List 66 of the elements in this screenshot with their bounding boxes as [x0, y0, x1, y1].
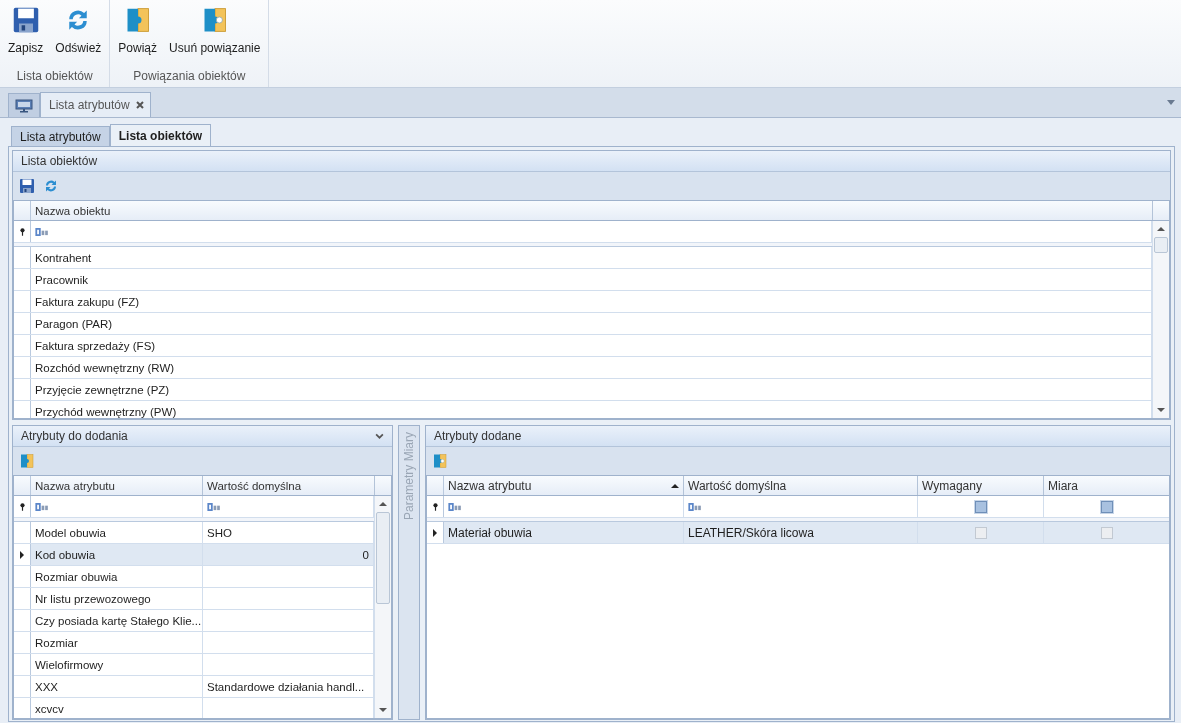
checkbox[interactable] [1100, 526, 1113, 539]
panel-title: Lista obiektów [21, 154, 98, 168]
table-cell: Materiał obuwia [444, 522, 684, 543]
scrollbar-thumb[interactable] [1154, 237, 1168, 253]
scroll-up-icon[interactable] [1156, 226, 1166, 232]
column-header[interactable]: Wymagany [918, 476, 1044, 495]
table-cell: Model obuwia [31, 522, 203, 543]
text-filter-icon [448, 502, 463, 511]
ribbon-button[interactable]: Powiąż [113, 6, 163, 58]
group-label: Lista obiektów [16, 69, 93, 85]
table-cell: Wielofirmowy [31, 654, 203, 675]
text-filter-icon [35, 227, 50, 236]
scrollbar[interactable] [374, 496, 391, 718]
ribbon-button[interactable]: Odśwież [50, 6, 107, 58]
table-cell: Czy posiada kartę Stałego Klie... [31, 610, 203, 631]
text-filter-icon [688, 502, 703, 511]
toolbar-button[interactable] [432, 453, 448, 469]
table-cell: xcvcv [31, 698, 203, 718]
checkbox[interactable] [974, 500, 987, 513]
table-cell: XXX [31, 676, 203, 697]
panel-title: Atrybuty do dodania [21, 429, 128, 443]
monitor-icon [15, 98, 33, 113]
refresh-icon [43, 178, 59, 194]
puzzle-icon [19, 453, 35, 469]
checkbox[interactable] [1100, 500, 1113, 513]
panel-title: Atrybuty dodane [434, 429, 522, 443]
group-label: Powiązania obiektów [133, 69, 246, 85]
toolbar-button[interactable] [19, 178, 35, 194]
scrollbar[interactable] [1152, 221, 1169, 418]
current-row-icon [20, 550, 24, 559]
pin-icon [432, 502, 438, 511]
scroll-down-icon[interactable] [378, 707, 388, 713]
ribbon-button[interactable]: Usuń powiązanie [164, 6, 266, 58]
tab[interactable]: Lista obiektów [109, 124, 212, 146]
table-cell: Kod obuwia [31, 544, 203, 565]
toolbar-button[interactable] [43, 178, 59, 194]
ribbon-button[interactable]: Zapisz [3, 6, 49, 58]
table-cell: Rozmiar obuwia [31, 566, 203, 587]
column-header[interactable]: Wartość domyślna [684, 476, 918, 495]
desktop-tab[interactable] [8, 93, 40, 117]
column-header[interactable]: Nazwa atrybutu [444, 476, 684, 495]
scrollbar-thumb[interactable] [376, 512, 390, 604]
save-icon [19, 178, 35, 194]
column-header[interactable]: Nazwa atrybutu [31, 476, 203, 495]
table-cell: LEATHER/Skóra licowa [684, 522, 918, 543]
text-filter-icon [35, 502, 50, 511]
sort-icon [671, 483, 679, 488]
checkbox[interactable] [974, 526, 987, 539]
column-header[interactable]: Miara [1044, 476, 1169, 495]
toolbar-button[interactable] [19, 453, 35, 469]
save-icon [11, 6, 40, 34]
document-tab[interactable]: Lista atrybutów [40, 92, 151, 117]
puzzle-icon [432, 453, 448, 469]
pin-icon [19, 502, 25, 511]
table-cell: Nr listu przewozowego [31, 588, 203, 609]
text-filter-icon [207, 502, 222, 511]
dropdown-icon[interactable] [1167, 100, 1175, 105]
close-icon[interactable] [135, 101, 144, 109]
pin-icon [19, 227, 25, 236]
table-cell: Rozmiar [31, 632, 203, 653]
tab[interactable]: Lista atrybutów [11, 126, 110, 146]
current-row-icon [433, 528, 437, 537]
scroll-up-icon[interactable] [378, 501, 388, 507]
chevron-icon[interactable] [375, 433, 384, 439]
column-header[interactable]: Wartość domyślna [203, 476, 375, 495]
scroll-down-icon[interactable] [1156, 407, 1166, 413]
